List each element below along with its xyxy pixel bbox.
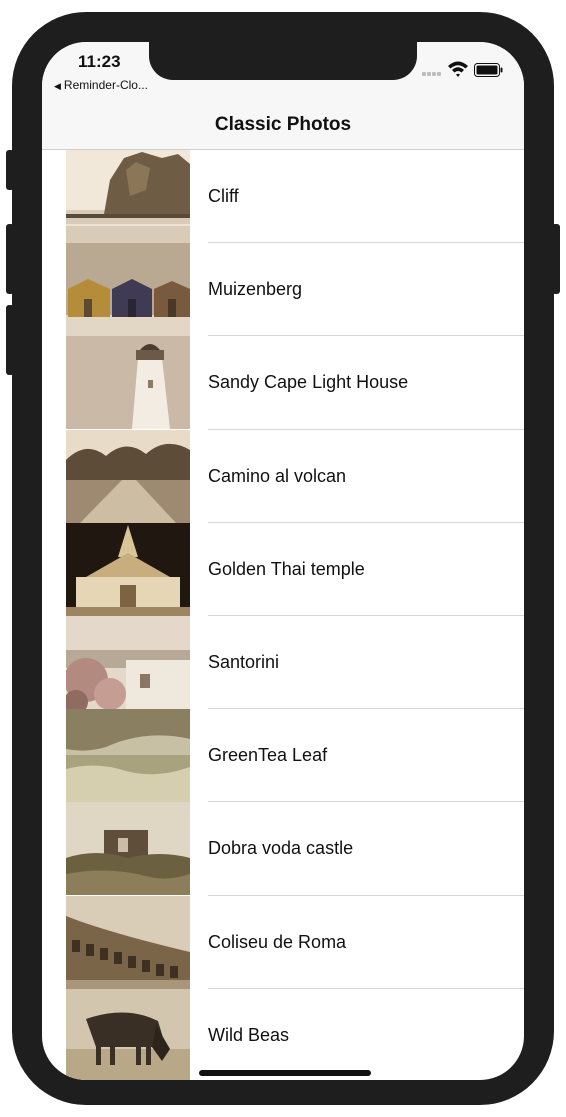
list-item[interactable]: Wild Beas	[42, 988, 524, 1080]
photo-thumbnail-castle	[66, 802, 190, 896]
battery-icon	[474, 63, 503, 77]
list-item[interactable]: Coliseu de Roma	[42, 895, 524, 989]
list-item[interactable]: Muizenberg	[42, 243, 524, 337]
volume-up-button	[6, 224, 14, 294]
photo-title: Muizenberg	[208, 279, 303, 300]
photo-thumbnail-temple	[66, 522, 190, 616]
photo-title: Golden Thai temple	[208, 558, 365, 579]
photo-title: Coliseu de Roma	[208, 931, 347, 952]
photo-thumbnail-cliff	[66, 150, 190, 243]
power-button	[552, 224, 560, 294]
silent-switch	[6, 150, 14, 190]
home-indicator[interactable]	[199, 1070, 371, 1076]
photo-title: GreenTea Leaf	[208, 745, 328, 766]
photo-title: Cliff	[208, 186, 239, 206]
list-item[interactable]: Camino al volcan	[42, 429, 524, 523]
list-item[interactable]: Dobra voda castle	[42, 802, 524, 896]
photo-thumbnail-santorini	[66, 615, 190, 709]
photo-title: Wild Beas	[208, 1024, 290, 1045]
navigation-bar: Classic Photos	[42, 102, 524, 150]
list-item[interactable]: Santorini	[42, 615, 524, 710]
list-item[interactable]: Golden Thai temple	[42, 522, 524, 616]
photo-thumbnail-lighthouse	[66, 336, 190, 430]
photo-title: Dobra voda castle	[208, 838, 354, 859]
photo-thumbnail-muizenberg	[66, 243, 190, 337]
list-item[interactable]: GreenTea Leaf	[42, 709, 524, 803]
photo-title: Santorini	[208, 651, 280, 672]
photo-title: Camino al volcan	[208, 465, 347, 486]
list-item[interactable]: Sandy Cape Light House	[42, 336, 524, 430]
back-triangle-icon: ◀	[54, 81, 61, 91]
back-to-app-link[interactable]: ◀ Reminder-Clo...	[54, 78, 148, 92]
status-time: 11:23	[78, 52, 121, 71]
wifi-icon	[448, 61, 468, 77]
volume-down-button	[6, 305, 14, 375]
page-title: Classic Photos	[214, 114, 352, 135]
photo-title: Sandy Cape Light House	[208, 372, 409, 393]
cellular-signal-icon	[422, 68, 446, 76]
notch	[149, 42, 417, 80]
photo-list[interactable]: Cliff Muizenberg Sandy Cape Light House …	[42, 150, 524, 1080]
photo-thumbnail-camino	[66, 429, 190, 523]
photo-thumbnail-wildebeest	[66, 988, 190, 1080]
back-app-label: Reminder-Clo...	[63, 78, 148, 92]
list-item[interactable]: Cliff	[42, 150, 524, 244]
photo-thumbnail-greentea	[66, 709, 190, 803]
photo-thumbnail-coliseu	[66, 895, 190, 989]
screen: 11:23 ◀ Reminder-Clo... Classic Photos C…	[42, 42, 524, 1080]
